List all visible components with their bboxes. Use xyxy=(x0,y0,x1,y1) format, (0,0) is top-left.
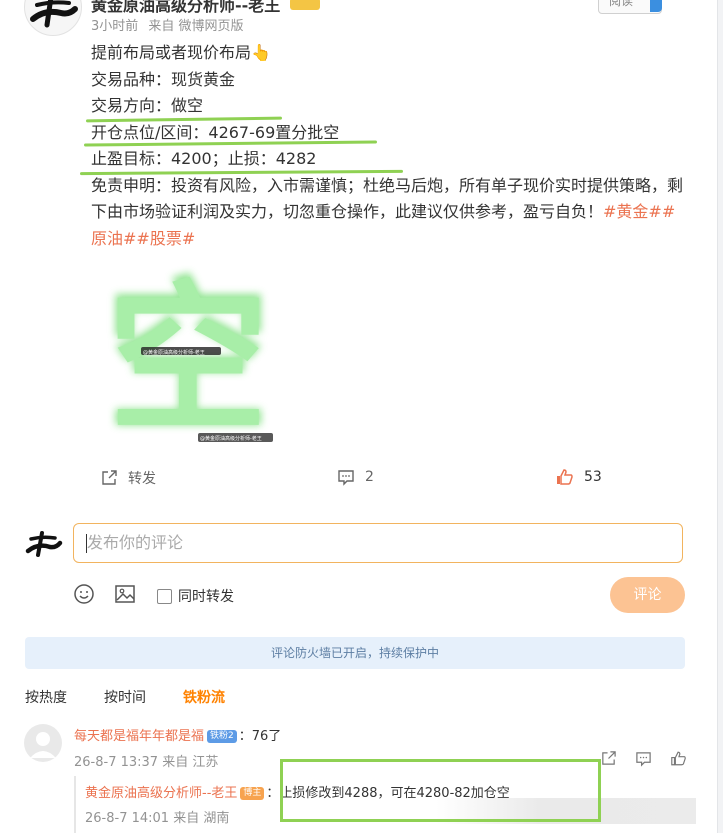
fan-badge: 铁粉2 xyxy=(207,730,237,743)
reply-location: 来自 湖南 xyxy=(173,811,230,826)
my-avatar[interactable] xyxy=(22,521,64,563)
post-time[interactable]: 3小时前 xyxy=(91,19,138,34)
page-scroll-gutter xyxy=(717,0,723,833)
commenter-name[interactable]: 每天都是福年年都是福 xyxy=(74,729,204,744)
comment-date: 26-8-7 13:37 xyxy=(74,755,159,770)
image-watermark: @黄金原油高级分析师-老王 xyxy=(200,435,262,442)
calligraphy-logo-icon xyxy=(25,531,63,557)
share-icon xyxy=(102,470,117,485)
post-line: 交易品种：现货黄金 xyxy=(91,69,236,89)
author-badge: 博主 xyxy=(240,787,265,800)
comment-meta: 26-8-7 13:37 来自 江苏 xyxy=(74,751,218,770)
comment-icon xyxy=(338,470,354,486)
post-line: 止盈目标：4200；止损：4282 xyxy=(91,149,317,168)
post-line: 交易方向：做空 xyxy=(91,96,204,115)
comment-icon[interactable] xyxy=(635,750,652,767)
like-count: 53 xyxy=(584,469,602,485)
disclaimer-text: 免责申明：投资有风险，入市需谨慎；杜绝马后炮，所有单子现价实时提供策略，剩下由市… xyxy=(91,175,684,222)
comment-count: 2 xyxy=(365,469,374,485)
author-name-text[interactable]: 黄金原油高级分析师--老王 xyxy=(91,0,280,15)
image-glyph: 空 xyxy=(108,265,268,450)
commenter-avatar[interactable] xyxy=(24,724,62,762)
text-caret xyxy=(86,534,87,553)
post-line: 提前布局或者现价布局👆 xyxy=(91,43,271,62)
tab-time[interactable]: 按时间 xyxy=(104,687,146,707)
reply-author-name[interactable]: 黄金原油高级分析师--老王 xyxy=(85,786,237,801)
thumbs-up-icon xyxy=(557,469,573,485)
comment-text: ：76了 xyxy=(238,729,282,744)
author-name[interactable]: 黄金原油高级分析师--老王 xyxy=(91,0,320,16)
thumbs-up-icon[interactable] xyxy=(670,750,687,767)
emoji-icon[interactable] xyxy=(73,583,95,605)
post-source: 来自 微博网页版 xyxy=(148,19,244,34)
comment-placeholder: 发布你的评论 xyxy=(87,533,184,552)
comment-line: 每天都是福年年都是福 铁粉2 ：76了 xyxy=(74,725,281,744)
tab-fans[interactable]: 铁粉流 xyxy=(183,687,225,707)
repost-label: 转发 xyxy=(128,471,156,487)
post-disclaimer: 免责申明：投资有风险，入市需谨慎；杜绝马后炮，所有单子现价实时提供策略，剩下由市… xyxy=(91,173,691,253)
image-watermark: @黄金原油高级分析师-老王 xyxy=(143,349,205,356)
post-image[interactable]: 空 空 @黄金原油高级分析师-老王 @黄金原油高级分析师-老王 xyxy=(103,260,273,454)
reply-meta: 26-8-7 14:01 来自 湖南 xyxy=(85,807,229,826)
reply-indent-bar xyxy=(74,776,76,833)
hashtag-stock[interactable]: #股票# xyxy=(136,229,195,248)
comment-input[interactable]: 发布你的评论 xyxy=(73,523,683,563)
post-body: 提前布局或者现价布局👆 交易品种：现货黄金 交易方向：做空 开仓点位/区间：42… xyxy=(91,40,691,252)
hashtag-gold[interactable]: #黄金# xyxy=(603,202,662,221)
checkbox-box[interactable] xyxy=(157,588,172,604)
annotation-highlight-box xyxy=(280,759,601,822)
read-button[interactable]: 阅读 xyxy=(598,0,662,14)
firewall-notice: 评论防火墙已开启，持续保护中 xyxy=(25,637,685,669)
reply-date: 26-8-7 14:01 xyxy=(85,811,170,826)
author-avatar[interactable] xyxy=(24,0,82,36)
comment-button[interactable]: 2 xyxy=(337,468,374,486)
tab-hot[interactable]: 按热度 xyxy=(25,687,67,707)
like-button[interactable]: 53 xyxy=(555,468,602,486)
vip-badge-icon xyxy=(289,0,320,10)
image-upload-icon[interactable] xyxy=(114,583,136,605)
calligraphy-logo-icon xyxy=(30,0,78,28)
post-meta: 3小时前 来自 微博网页版 xyxy=(91,15,250,34)
repost-button[interactable]: 转发 xyxy=(100,468,156,488)
submit-comment-button[interactable]: 评论 xyxy=(610,577,685,613)
comment-location: 来自 江苏 xyxy=(162,755,219,770)
repost-checkbox-label: 同时转发 xyxy=(178,589,234,605)
share-icon[interactable] xyxy=(600,750,617,767)
default-user-icon xyxy=(30,732,56,758)
repost-checkbox[interactable]: 同时转发 xyxy=(157,586,234,606)
